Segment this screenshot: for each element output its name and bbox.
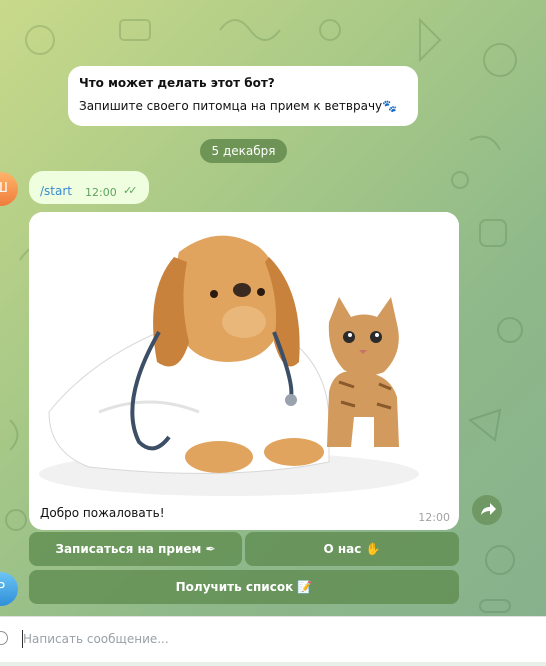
read-ticks-icon: ✓✓ — [123, 184, 138, 197]
about-us-button[interactable]: О нас ✋ — [245, 532, 459, 566]
avatar[interactable]: Ш — [0, 172, 18, 206]
avatar[interactable]: Р — [0, 572, 18, 606]
outgoing-message[interactable]: /start 12:00 ✓✓ — [29, 171, 149, 204]
bot-info-bubble: Что может делать этот бот? Запишите свое… — [68, 66, 418, 126]
emoji-icon[interactable] — [0, 631, 8, 645]
message-time: 12:00 — [85, 186, 117, 199]
get-list-button[interactable]: Получить список 📝 — [29, 570, 459, 604]
photo-caption: Добро пожаловать! — [40, 506, 165, 520]
message-input[interactable]: Написать сообщение... — [23, 632, 169, 646]
message-time: 12:00 — [418, 511, 450, 524]
photo-message[interactable]: Добро пожаловать! 12:00 — [29, 212, 459, 530]
forward-button[interactable] — [472, 495, 502, 525]
bot-info-title: Что может делать этот бот? — [79, 76, 275, 90]
date-separator: 5 декабря — [200, 139, 287, 163]
vet-pets-photo[interactable] — [29, 212, 459, 499]
appointment-button[interactable]: Записаться на прием ✒ — [29, 532, 242, 566]
share-arrow-icon — [481, 503, 496, 515]
composer-bar: Написать сообщение... — [0, 616, 546, 663]
message-text[interactable]: /start — [40, 184, 72, 198]
bot-info-description: Запишите своего питомца на прием к ветвр… — [79, 99, 398, 113]
bottom-strip — [0, 662, 546, 666]
